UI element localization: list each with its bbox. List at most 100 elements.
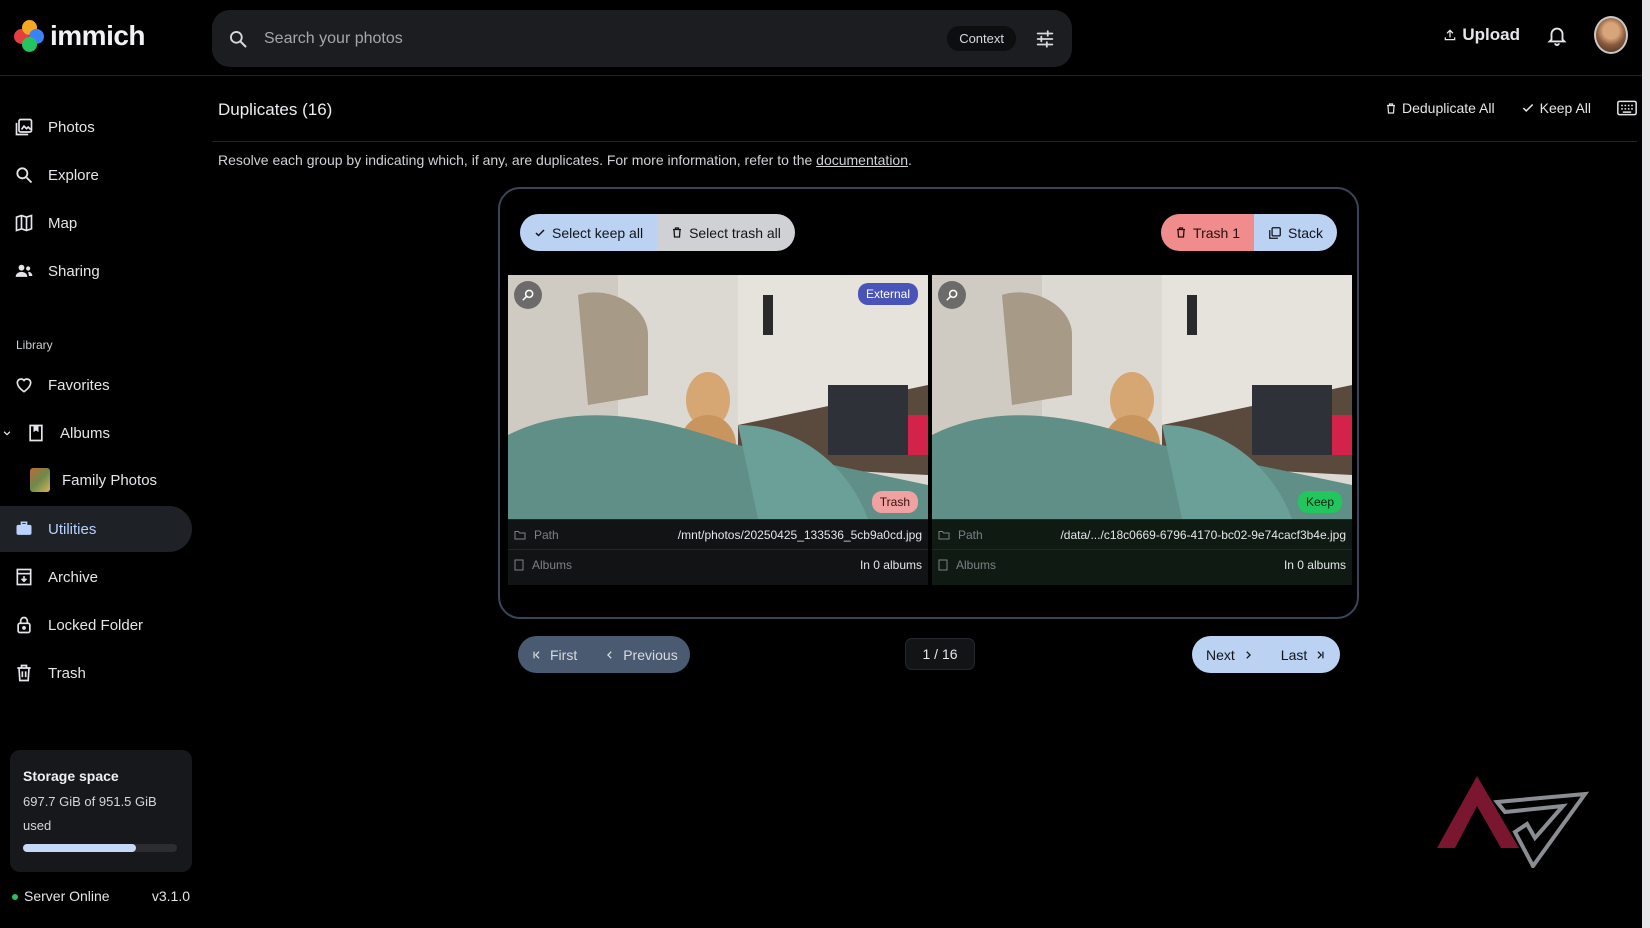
- upload-label: Upload: [1462, 25, 1520, 44]
- first-page-button[interactable]: First: [518, 647, 591, 663]
- sidebar-item-label: Explore: [48, 166, 99, 184]
- search-input[interactable]: [264, 29, 948, 48]
- app-name: immich: [50, 20, 146, 51]
- asset-albums-row: Albums In 0 albums: [932, 549, 1352, 579]
- sidebar-item-explore[interactable]: Explore: [0, 152, 192, 198]
- magnify-icon: [522, 289, 534, 301]
- server-status-label: Server Online: [12, 888, 110, 904]
- photos-icon: [15, 118, 33, 136]
- storage-panel: Storage space 697.7 GiB of 951.5 GiB use…: [10, 750, 192, 872]
- keyboard-shortcuts-icon[interactable]: [1617, 100, 1637, 116]
- app-logo[interactable]: immich: [14, 20, 146, 52]
- archive-icon: [16, 568, 32, 586]
- sidebar-item-label: Utilities: [48, 520, 97, 538]
- page-header: Duplicates (16) Deduplicate All Keep All: [212, 76, 1637, 142]
- server-status: Server Online v3.1.0: [12, 888, 190, 904]
- asset-status-badge[interactable]: Trash: [871, 491, 918, 513]
- user-avatar[interactable]: [1594, 16, 1628, 54]
- status-dot-icon: [12, 894, 18, 901]
- group-action-toggle: Trash 1 Stack: [1161, 214, 1337, 251]
- context-search-button[interactable]: Context: [947, 26, 1016, 51]
- page-description: Resolve each group by indicating which, …: [218, 152, 912, 168]
- zoom-button[interactable]: [514, 281, 542, 309]
- sidebar-item-label: Family Photos: [62, 471, 158, 489]
- chevron-right-icon: [1246, 650, 1251, 659]
- server-version[interactable]: v3.1.0: [152, 888, 190, 904]
- previous-page-button[interactable]: Previous: [591, 647, 691, 663]
- select-trash-all-button[interactable]: Select trash all: [657, 214, 795, 251]
- sidebar-item-trash[interactable]: Trash: [0, 650, 192, 696]
- heart-icon: [16, 378, 32, 393]
- zoom-button[interactable]: [938, 281, 966, 309]
- toolbox-icon: [16, 521, 32, 535]
- sidebar-item-label: Albums: [60, 424, 111, 442]
- pagination-forward-group: Next Last: [1192, 636, 1340, 673]
- stack-button[interactable]: Stack: [1253, 214, 1337, 251]
- next-page-button[interactable]: Next: [1192, 647, 1267, 663]
- duplicate-asset-card[interactable]: External Trash Path /mnt/photos/20250425…: [508, 275, 928, 585]
- search-bar[interactable]: Context: [212, 10, 1072, 67]
- map-icon: [15, 214, 33, 232]
- deduplicate-all-button[interactable]: Deduplicate All: [1385, 100, 1495, 116]
- trash-icon: [17, 664, 31, 682]
- lock-icon: [17, 616, 31, 634]
- sidebar-item-archive[interactable]: Archive: [0, 554, 192, 600]
- sidebar-item-map[interactable]: Map: [0, 200, 192, 246]
- storage-used-text: 697.7 GiB of 951.5 GiB used: [23, 794, 157, 833]
- album-icon: [514, 559, 524, 570]
- asset-albums-value: In 0 albums: [1283, 557, 1346, 572]
- asset-metadata: Path /data/.../c18c0669-6796-4170-bc02-9…: [932, 519, 1352, 585]
- asset-photo[interactable]: Keep: [932, 275, 1352, 519]
- search-icon: [16, 167, 33, 184]
- last-page-button[interactable]: Last: [1267, 647, 1339, 663]
- asset-image: [508, 275, 928, 519]
- upload-icon: [1445, 29, 1456, 41]
- sidebar-item-photos[interactable]: Photos: [0, 104, 192, 150]
- sidebar-item-utilities[interactable]: Utilities: [0, 506, 192, 552]
- sidebar-item-favorites[interactable]: Favorites: [0, 362, 192, 408]
- documentation-link[interactable]: documentation: [816, 152, 908, 168]
- external-badge: External: [857, 283, 918, 305]
- sidebar-item-family-photos[interactable]: Family Photos: [0, 457, 192, 503]
- sidebar-item-albums[interactable]: Albums: [0, 410, 192, 456]
- people-icon: [15, 264, 33, 277]
- check-icon: [535, 228, 545, 237]
- select-keep-all-button[interactable]: Select keep all: [520, 214, 658, 251]
- sidebar-item-sharing[interactable]: Sharing: [0, 248, 192, 294]
- storage-title: Storage space: [23, 768, 119, 784]
- sidebar: Photos Explore Map Sharing Library Favor…: [0, 76, 200, 928]
- sidebar-item-locked-folder[interactable]: Locked Folder: [0, 602, 192, 648]
- trash-icon: [673, 227, 682, 238]
- pagination-back-group: First Previous: [518, 636, 690, 673]
- asset-path-row: Path /mnt/photos/20250425_133536_5cb9a0c…: [508, 519, 928, 549]
- immich-logo-icon: [14, 20, 44, 52]
- chevron-last-icon: [1317, 650, 1324, 659]
- magnify-icon: [946, 289, 958, 301]
- duplicate-group-card: Select keep all Select trash all Trash 1…: [498, 187, 1359, 619]
- trash-icon: [1387, 102, 1395, 114]
- asset-photo[interactable]: External Trash: [508, 275, 928, 519]
- sidebar-item-label: Favorites: [48, 376, 110, 394]
- storage-progress-fill: [23, 844, 136, 852]
- sidebar-item-label: Map: [48, 214, 78, 232]
- sidebar-item-label: Photos: [48, 118, 95, 136]
- asset-albums-value: In 0 albums: [859, 557, 922, 572]
- trash-icon: [1177, 227, 1186, 238]
- album-icon: [938, 559, 948, 570]
- folder-icon: [938, 530, 950, 539]
- chevron-down-icon[interactable]: [2, 428, 12, 438]
- search-filters-icon[interactable]: [1034, 28, 1056, 50]
- sidebar-item-label: Locked Folder: [48, 616, 144, 634]
- trash-selected-button[interactable]: Trash 1: [1161, 214, 1254, 251]
- scrollbar[interactable]: [1642, 0, 1650, 928]
- duplicate-asset-card[interactable]: Keep Path /data/.../c18c0669-6796-4170-b…: [932, 275, 1352, 585]
- asset-image: [932, 275, 1352, 519]
- keep-all-button[interactable]: Keep All: [1521, 100, 1591, 116]
- check-icon: [1522, 103, 1533, 112]
- notifications-bell-icon[interactable]: [1546, 24, 1568, 46]
- chevron-first-icon: [533, 650, 540, 659]
- upload-button[interactable]: Upload: [1443, 25, 1520, 45]
- asset-path-value: /data/.../c18c0669-6796-4170-bc02-9e74ca…: [1060, 527, 1346, 542]
- page-title: Duplicates (16): [218, 100, 333, 119]
- asset-status-badge[interactable]: Keep: [1297, 491, 1342, 513]
